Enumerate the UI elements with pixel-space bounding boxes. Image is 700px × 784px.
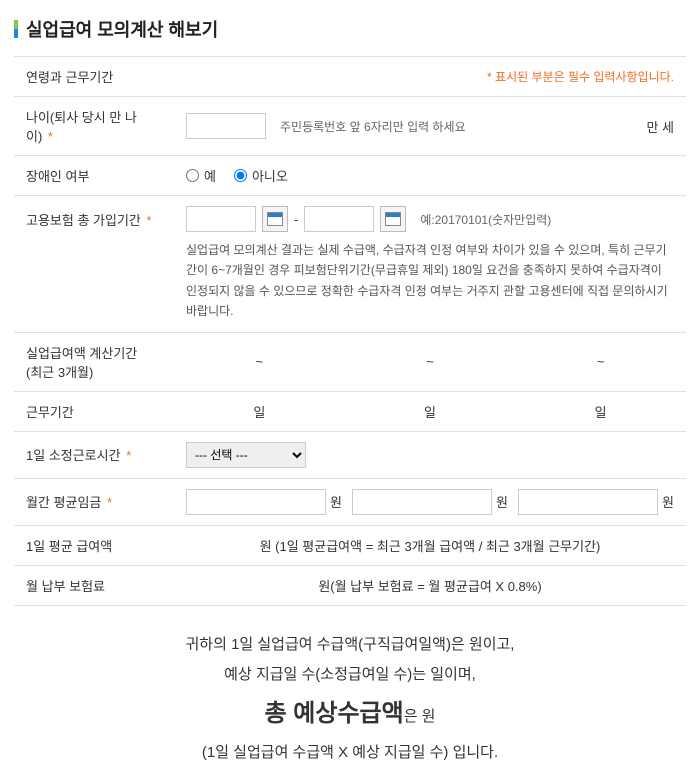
radio-no[interactable] xyxy=(234,169,247,182)
required-text: 표시된 부분은 필수 입력사항입니다. xyxy=(492,70,674,84)
calendar-icon[interactable] xyxy=(380,206,406,232)
row-label-daily-wage: 1일 평균 급여액 xyxy=(14,525,174,565)
row-label-premium: 월 납부 보험료 xyxy=(14,565,174,605)
won-unit: 원 xyxy=(662,492,674,511)
row-label-calc-period: 실업급여액 계산기간 (최근 3개월) xyxy=(14,332,174,391)
row-label-monthly-wage: 월간 평균임금 * xyxy=(14,478,174,525)
won-unit: 원 xyxy=(496,492,508,511)
radio-no-label[interactable]: 아니오 xyxy=(234,166,288,185)
page-title: 실업급여 모의계산 해보기 xyxy=(26,16,218,42)
radio-yes-label[interactable]: 예 xyxy=(186,166,216,185)
result-formula: (1일 실업급여 수급액 X 예상 지급일 수) 입니다. xyxy=(14,738,686,768)
work-period-col1: 일 xyxy=(174,391,345,431)
calc-period-col3: ~ xyxy=(515,332,686,391)
age-unit: 만 세 xyxy=(646,117,674,136)
insured-end-input[interactable] xyxy=(304,206,374,232)
result-block: 귀하의 1일 실업급여 수급액(구직급여일액)은 원이고, 예상 지급일 수(소… xyxy=(14,630,686,768)
page-title-row: 실업급여 모의계산 해보기 xyxy=(14,16,686,42)
insured-description: 실업급여 모의계산 결과는 실제 수급액, 수급자격 인정 여부와 차이가 있을… xyxy=(186,240,674,322)
wage-input-2[interactable] xyxy=(352,489,492,515)
premium-formula: 원(월 납부 보험료 = 월 평균급여 X 0.8%) xyxy=(174,565,686,605)
calc-period-col2: ~ xyxy=(345,332,516,391)
wage-input-3[interactable] xyxy=(518,489,658,515)
row-label-hours: 1일 소정근로시간 * xyxy=(14,431,174,478)
won-unit: 원 xyxy=(330,492,342,511)
title-accent-bar xyxy=(14,20,18,38)
row-label-age: 나이(퇴사 당시 만 나이) * xyxy=(14,97,174,156)
calendar-icon[interactable] xyxy=(262,206,288,232)
result-total-suffix: 은 원 xyxy=(404,708,436,725)
date-separator: - xyxy=(294,212,298,227)
row-label-disabled: 장애인 여부 xyxy=(14,156,174,196)
work-period-col3: 일 xyxy=(515,391,686,431)
daily-wage-formula: 원 (1일 평균급여액 = 최근 3개월 급여액 / 최근 3개월 근무기간) xyxy=(174,525,686,565)
required-star: * xyxy=(44,129,53,144)
row-label-age-period: 연령과 근무기간 xyxy=(14,57,174,97)
row-label-insured: 고용보험 총 가입기간 * xyxy=(14,196,174,333)
date-example: 예:20170101(숫자만입력) xyxy=(420,211,551,228)
work-period-col2: 일 xyxy=(345,391,516,431)
insured-start-input[interactable] xyxy=(186,206,256,232)
calc-period-col1: ~ xyxy=(174,332,345,391)
age-input[interactable] xyxy=(186,113,266,139)
form-table: 연령과 근무기간 * 표시된 부분은 필수 입력사항입니다. 나이(퇴사 당시 … xyxy=(14,56,686,606)
result-total-label: 총 예상수급액 xyxy=(265,700,404,727)
age-hint: 주민등록번호 앞 6자리만 입력 하세요 xyxy=(280,118,466,135)
hours-select[interactable]: --- 선택 --- xyxy=(186,442,306,468)
wage-input-1[interactable] xyxy=(186,489,326,515)
radio-yes[interactable] xyxy=(186,169,199,182)
row-label-work-period: 근무기간 xyxy=(14,391,174,431)
required-note: * 표시된 부분은 필수 입력사항입니다. xyxy=(174,57,686,97)
